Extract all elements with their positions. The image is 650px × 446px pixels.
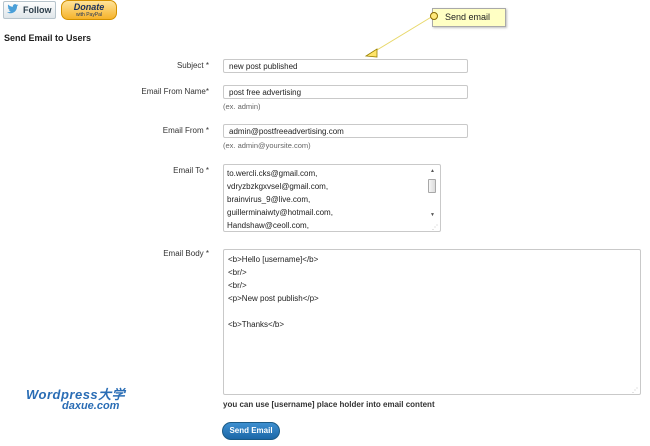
send-email-tooltip: Send email bbox=[432, 8, 506, 27]
watermark-line2: daxue.com bbox=[62, 400, 120, 412]
from-name-hint: (ex. admin) bbox=[223, 102, 261, 111]
recipient-item: brainvirus_9@live.com, bbox=[227, 195, 311, 204]
tooltip-anchor-dot bbox=[430, 12, 438, 20]
recipient-item: vdryzbzkgxvsel@gmail.com, bbox=[227, 182, 329, 191]
body-line: <b>Hello [username]</b> bbox=[228, 255, 319, 264]
email-body-textarea[interactable]: <b>Hello [username]</b> <br/> <br/> <p>N… bbox=[223, 249, 641, 395]
send-email-button[interactable]: Send Email bbox=[222, 422, 280, 440]
resize-grip-icon[interactable]: ⋰ bbox=[432, 224, 438, 231]
from-email-label: Email From * bbox=[162, 126, 209, 135]
from-name-input[interactable] bbox=[223, 85, 468, 99]
email-body-label: Email Body * bbox=[163, 249, 209, 258]
page-title: Send Email to Users bbox=[4, 33, 92, 43]
body-line: <br/> bbox=[228, 268, 247, 277]
arrow-down-icon[interactable]: ▼ bbox=[428, 211, 437, 219]
subject-label: Subject * bbox=[176, 61, 209, 70]
email-to-textarea[interactable]: to.wercli.cks@gmail.com, vdryzbzkgxvsel@… bbox=[223, 164, 441, 232]
resize-grip-icon[interactable]: ⋰ bbox=[632, 387, 638, 394]
body-line: <br/> bbox=[228, 281, 247, 290]
body-line: <p>New post publish</p> bbox=[228, 294, 319, 303]
body-line: <b>Thanks</b> bbox=[228, 320, 285, 329]
subject-input[interactable] bbox=[223, 59, 468, 73]
site-watermark-logo: Wordpress大学 daxue.com bbox=[26, 384, 156, 414]
email-to-scrollbar[interactable]: ▲ ▼ bbox=[428, 167, 437, 219]
recipient-item: guillerminaiwty@hotmail.com, bbox=[227, 208, 333, 217]
from-email-hint: (ex. admin@yoursite.com) bbox=[223, 141, 311, 150]
email-to-label: Email To * bbox=[173, 166, 209, 175]
from-email-input[interactable] bbox=[223, 124, 468, 138]
recipient-item: Handshaw@ceoll.com, bbox=[227, 221, 309, 230]
from-name-label: Email From Name* bbox=[141, 87, 209, 96]
arrow-up-icon[interactable]: ▲ bbox=[428, 167, 437, 175]
recipient-item: to.wercli.cks@gmail.com, bbox=[227, 169, 318, 178]
placeholder-note: you can use [username] place holder into… bbox=[223, 400, 435, 409]
scrollbar-thumb[interactable] bbox=[428, 179, 436, 193]
